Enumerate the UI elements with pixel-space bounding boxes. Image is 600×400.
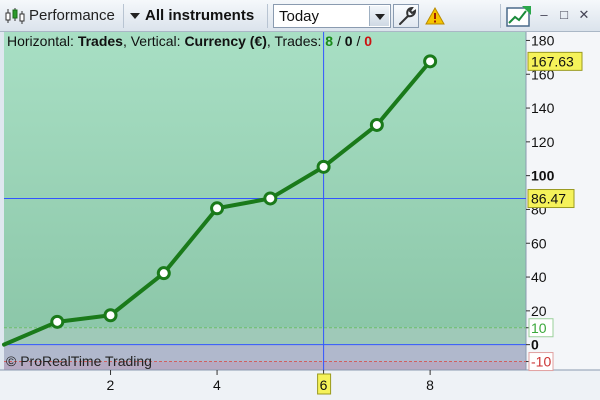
y-tick-label: 60 [531, 235, 547, 251]
trades-won: 8 [325, 33, 334, 49]
period-select[interactable]: Today [273, 4, 391, 28]
y-tick-label: 100 [531, 168, 555, 184]
performance-chart[interactable]: 18016014012010080604020100-102468167.638… [0, 32, 600, 400]
trades-neutral: 0 [344, 33, 353, 49]
y-tick-label: 0 [531, 337, 539, 353]
crosshair-x-label: 6 [320, 377, 328, 393]
trade-point[interactable] [263, 191, 278, 206]
trades-separator: / [336, 33, 341, 49]
candlestick-icon [5, 8, 25, 24]
chart-export-icon[interactable] [504, 3, 534, 29]
y-tick-label: 180 [531, 32, 555, 48]
settings-button[interactable] [393, 4, 419, 28]
toolbar-separator [123, 4, 124, 28]
period-value[interactable]: Today [279, 8, 319, 25]
trade-point[interactable] [423, 54, 438, 69]
chart-canvas[interactable]: 18016014012010080604020100-102468167.638… [0, 32, 600, 400]
close-button[interactable]: ✕ [576, 7, 592, 23]
minimize-button[interactable]: – [536, 7, 552, 23]
trade-point[interactable] [50, 314, 65, 329]
last-value-label: 167.63 [531, 53, 574, 69]
y-tick-label: -10 [531, 354, 551, 370]
toolbar-separator [500, 4, 501, 28]
y-tick-label: 140 [531, 100, 555, 116]
toolbar: Performance All instruments Today – □ ✕ [0, 0, 600, 32]
warning-icon[interactable] [425, 7, 445, 25]
neutral-zone-upper [4, 327, 526, 345]
horizontal-label: Horizontal: [7, 33, 74, 49]
trade-point[interactable] [316, 159, 331, 174]
horizontal-value: Trades [77, 33, 123, 49]
x-tick-label: 2 [107, 377, 115, 393]
chevron-down-icon[interactable] [130, 13, 140, 19]
wrench-icon[interactable] [394, 5, 418, 27]
y-tick-label: 40 [531, 269, 547, 285]
trade-point[interactable] [103, 308, 118, 323]
trades-separator: / [356, 33, 361, 49]
y-tick-label: 20 [531, 303, 547, 319]
watermark: © ProRealTime Trading [6, 353, 152, 369]
instruments-label[interactable]: All instruments [145, 7, 254, 24]
y-tick-label: 120 [531, 134, 555, 150]
trade-point[interactable] [369, 117, 384, 132]
chart-info-line: Horizontal: Trades, Vertical: Currency (… [7, 33, 373, 49]
x-tick-label: 4 [213, 377, 221, 393]
window-title: Performance [29, 7, 115, 24]
crosshair-y-label: 86.47 [531, 191, 566, 207]
trades-lost: 0 [364, 33, 373, 49]
vertical-label: Vertical: [130, 33, 181, 49]
x-axis-strip [0, 370, 600, 400]
trade-point[interactable] [210, 201, 225, 216]
y-tick-label: 10 [531, 320, 547, 336]
restore-button[interactable]: □ [556, 7, 572, 23]
trades-label: Trades: [274, 33, 322, 49]
toolbar-separator [267, 4, 268, 28]
x-tick-label: 8 [426, 377, 434, 393]
profit-zone [4, 32, 526, 328]
trade-point[interactable] [156, 266, 171, 281]
period-dropdown-button[interactable] [369, 6, 389, 26]
vertical-value: Currency (€) [184, 33, 267, 49]
